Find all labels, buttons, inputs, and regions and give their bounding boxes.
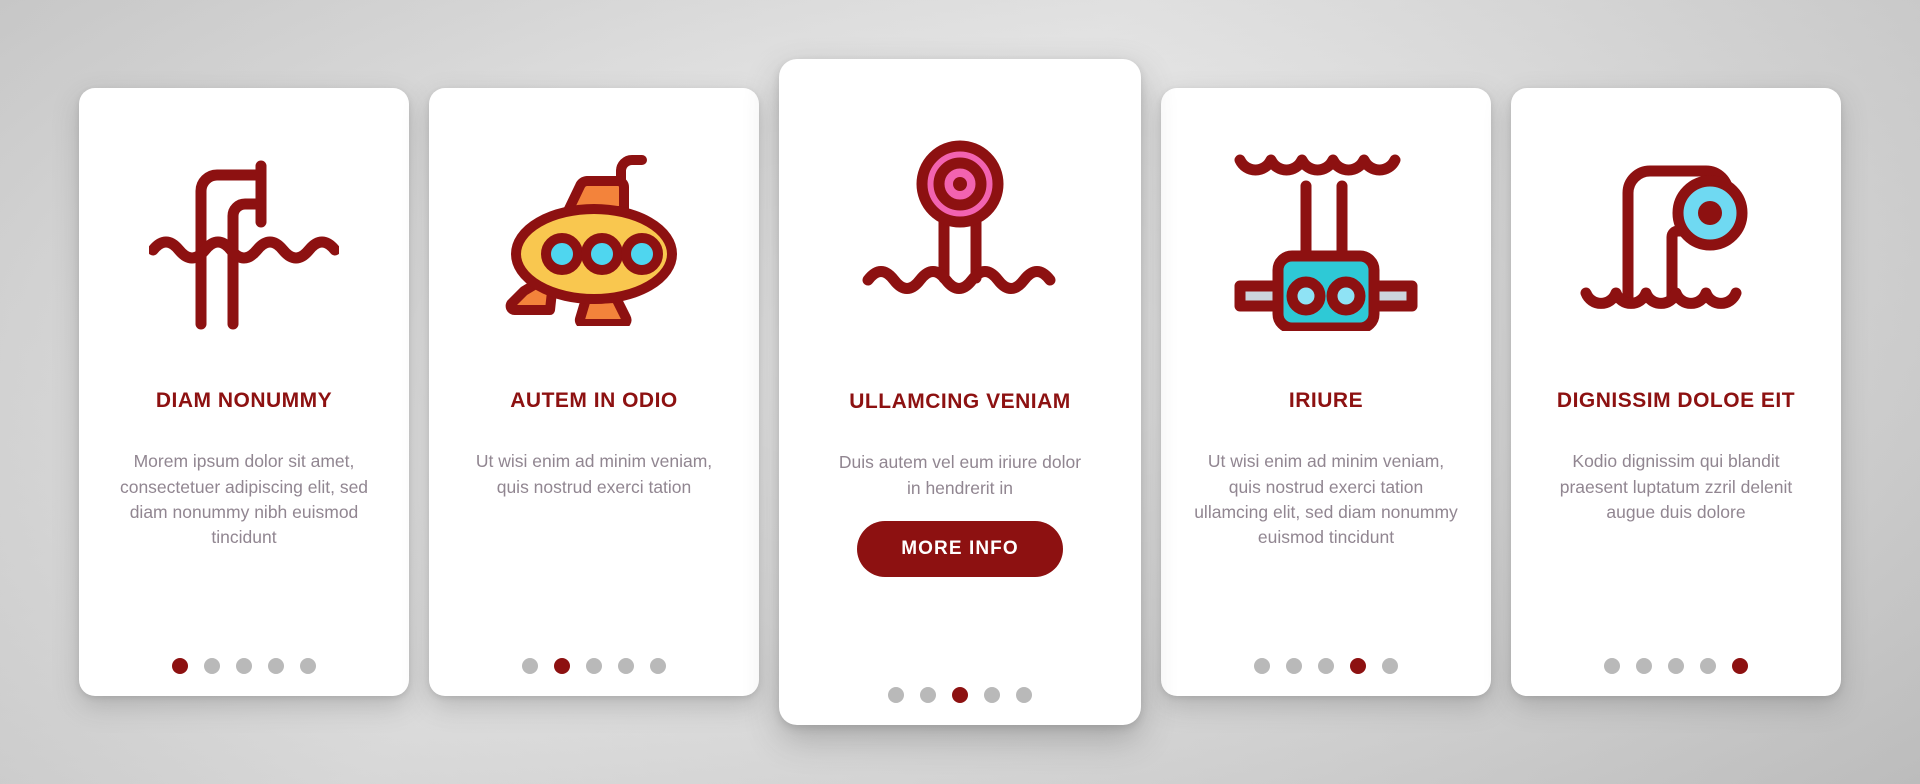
pagination-dot-3[interactable] — [1318, 658, 1334, 674]
pagination-dots — [1604, 636, 1748, 696]
pagination-dot-3[interactable] — [952, 687, 968, 703]
pagination-dot-2[interactable] — [1636, 658, 1652, 674]
more-info-button-slot: MORE INFO — [797, 501, 1123, 597]
onboarding-screens-stage: DIAM NONUMMY Morem ipsum dolor sit amet,… — [0, 0, 1920, 784]
onboarding-card-4[interactable]: IRIURE Ut wisi enim ad minim veniam, qui… — [1161, 88, 1491, 696]
pagination-dot-5[interactable] — [1382, 658, 1398, 674]
pagination-dot-3[interactable] — [1668, 658, 1684, 674]
pagination-dot-2[interactable] — [554, 658, 570, 674]
onboarding-card-row: DIAM NONUMMY Morem ipsum dolor sit amet,… — [0, 0, 1920, 784]
pagination-dots — [888, 665, 1032, 725]
pagination-dot-2[interactable] — [1286, 658, 1302, 674]
submarine-icon — [447, 88, 741, 388]
pagination-dot-2[interactable] — [920, 687, 936, 703]
card-body-text: Ut wisi enim ad minim veniam, quis nostr… — [475, 451, 713, 497]
periscope-lens-waves-icon — [1529, 88, 1823, 388]
card-body-text: Kodio dignissim qui blandit praesent lup… — [1559, 451, 1793, 522]
card-title: ULLAMCING VENIAM — [849, 390, 1071, 413]
card-title: AUTEM IN ODIO — [510, 389, 678, 412]
card-title: DIAM NONUMMY — [155, 389, 333, 412]
pagination-dot-4[interactable] — [268, 658, 284, 674]
pagination-dot-2[interactable] — [204, 658, 220, 674]
onboarding-card-3[interactable]: ULLAMCING VENIAM Duis autem vel eum iriu… — [779, 59, 1141, 725]
pagination-dot-1[interactable] — [1604, 658, 1620, 674]
pagination-dots — [1254, 636, 1398, 696]
onboarding-card-2[interactable]: AUTEM IN ODIO Ut wisi enim ad minim veni… — [429, 88, 759, 696]
pagination-dot-4[interactable] — [984, 687, 1000, 703]
pagination-dot-1[interactable] — [888, 687, 904, 703]
onboarding-card-5[interactable]: DIGNISSIM DOLOE EIT Kodio dignissim qui … — [1511, 88, 1841, 696]
card-body-text: Duis autem vel eum iriure dolor in hendr… — [838, 452, 1082, 498]
periscope-waves-icon — [97, 88, 391, 388]
pagination-dot-5[interactable] — [650, 658, 666, 674]
buoy-marker-waves-icon — [797, 59, 1123, 389]
pagination-dot-1[interactable] — [1254, 658, 1270, 674]
onboarding-card-1[interactable]: DIAM NONUMMY Morem ipsum dolor sit amet,… — [79, 88, 409, 696]
pagination-dot-4[interactable] — [1350, 658, 1366, 674]
pagination-dot-1[interactable] — [172, 658, 188, 674]
card-body-text: Ut wisi enim ad minim veniam, quis nostr… — [1194, 451, 1458, 548]
pagination-dot-5[interactable] — [1016, 687, 1032, 703]
pagination-dots — [172, 636, 316, 696]
pagination-dot-4[interactable] — [1700, 658, 1716, 674]
pagination-dot-5[interactable] — [1732, 658, 1748, 674]
more-info-button[interactable]: MORE INFO — [857, 520, 1063, 577]
pagination-dot-3[interactable] — [236, 658, 252, 674]
card-body-text: Morem ipsum dolor sit amet, consectetuer… — [119, 451, 369, 548]
pagination-dot-4[interactable] — [618, 658, 634, 674]
card-title: IRIURE — [1288, 389, 1364, 412]
pagination-dots — [522, 636, 666, 696]
card-title: DIGNISSIM DOLOE EIT — [1556, 389, 1796, 412]
pagination-dot-3[interactable] — [586, 658, 602, 674]
pagination-dot-1[interactable] — [522, 658, 538, 674]
pagination-dot-5[interactable] — [300, 658, 316, 674]
underwater-drone-icon — [1179, 88, 1473, 388]
